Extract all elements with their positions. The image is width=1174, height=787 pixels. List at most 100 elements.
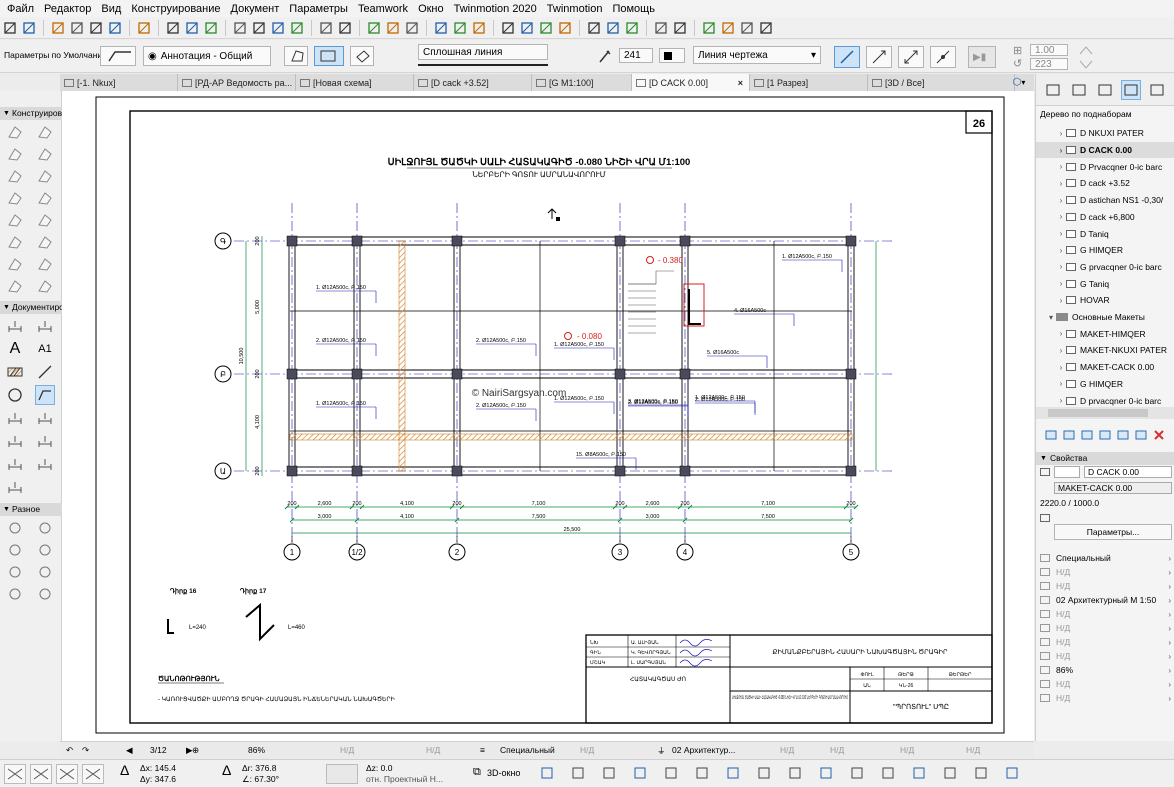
line-type-select[interactable]: Сплошная линия xyxy=(418,44,548,60)
pen-set-icon[interactable] xyxy=(232,20,248,36)
grid-icon[interactable] xyxy=(203,20,219,36)
chevron-right-icon[interactable]: › xyxy=(1056,229,1066,238)
lamp-tool-icon[interactable] xyxy=(36,277,54,295)
shell-tool-icon[interactable] xyxy=(6,211,24,229)
chevron-right-icon[interactable]: › xyxy=(1056,129,1066,138)
navigator-item[interactable]: › HOVAR xyxy=(1036,292,1174,309)
layer-select[interactable]: ◉ Аннотация - Общий xyxy=(143,46,271,66)
cube-icon[interactable] xyxy=(602,766,616,780)
guide-line-icon[interactable] xyxy=(165,20,181,36)
toolbox-section-2[interactable]: ▼ Разное xyxy=(0,503,62,516)
tab-5[interactable]: [D CACK 0.00] × xyxy=(632,74,750,91)
camera-icon[interactable] xyxy=(943,766,957,780)
property-row[interactable]: Н/Д › xyxy=(1036,579,1174,593)
inject-icon[interactable] xyxy=(88,20,104,36)
toolbox-section-1[interactable]: ▼ Документиро xyxy=(0,301,64,314)
navigator-item[interactable]: › G Taniq xyxy=(1036,275,1174,292)
refresh-icon[interactable] xyxy=(1134,428,1148,442)
circle-tool-icon[interactable] xyxy=(6,386,24,404)
drawing-tool-icon[interactable] xyxy=(6,409,24,427)
redo-view-icon[interactable]: ↷ xyxy=(82,745,89,756)
object-icon[interactable] xyxy=(6,519,24,537)
scale-up-icon[interactable] xyxy=(1078,44,1094,56)
arrow-select-icon[interactable] xyxy=(50,20,66,36)
grid-element-icon[interactable] xyxy=(6,478,24,496)
chevron-right-icon[interactable]: › xyxy=(1056,363,1066,372)
chevron-right-icon[interactable]: › xyxy=(1168,638,1171,647)
navigator-item[interactable]: › G HIMQER xyxy=(1036,376,1174,393)
image-icon[interactable] xyxy=(586,20,602,36)
polyline-tool-icon[interactable] xyxy=(35,385,55,405)
3d-icon[interactable] xyxy=(433,20,449,36)
geometry-method-rotated[interactable] xyxy=(350,46,374,66)
scale-icon[interactable]: ⏚ xyxy=(657,745,666,757)
scale-down-icon[interactable] xyxy=(1078,58,1094,70)
layout-canvas[interactable]: 26 ՍԻԼՋՈՒՅԼ ԾԱԾԿԻ ՍԱԼԻ ՀԱՏԱԿԱԳԻԾ -0.080 Ն… xyxy=(62,91,1034,741)
navigator-item[interactable]: › D astichan NS1 -0,30/ xyxy=(1036,192,1174,209)
light-icon[interactable] xyxy=(36,519,54,537)
skylight-icon[interactable] xyxy=(36,541,54,559)
line-tool-icon[interactable] xyxy=(36,363,54,381)
chevron-right-icon[interactable]: › xyxy=(1168,582,1171,591)
zone-tool-icon[interactable] xyxy=(6,277,24,295)
chart-icon[interactable] xyxy=(538,20,554,36)
eyedropper-icon[interactable] xyxy=(69,20,85,36)
chevron-right-icon[interactable]: › xyxy=(1056,212,1066,221)
hotlink-icon[interactable] xyxy=(337,20,353,36)
menu-item-7[interactable]: Окно xyxy=(413,3,449,15)
line-mode-3[interactable] xyxy=(898,46,924,68)
window-tool-icon[interactable] xyxy=(36,145,54,163)
settings-icon[interactable] xyxy=(739,20,755,36)
fill-icon[interactable] xyxy=(270,20,286,36)
chevron-right-icon[interactable]: › xyxy=(1056,262,1066,271)
chevron-right-icon[interactable]: › xyxy=(1168,596,1171,605)
navigator-item[interactable]: › MAKET-HIMQER xyxy=(1036,325,1174,342)
measure-icon[interactable] xyxy=(56,764,78,784)
undo-view-icon[interactable]: ↶ xyxy=(66,745,73,756)
geometry-method-rectangle[interactable] xyxy=(314,46,344,66)
arrowhead-button[interactable]: ▶▮ xyxy=(968,46,996,68)
value-field-2[interactable]: 223 xyxy=(1030,58,1068,70)
cube-icon[interactable] xyxy=(404,20,420,36)
line-mode-2[interactable] xyxy=(866,46,892,68)
eye-icon[interactable] xyxy=(757,766,771,780)
nd-3[interactable]: Н/Д xyxy=(580,745,594,755)
slab-tool-icon[interactable] xyxy=(36,167,54,185)
walk-icon[interactable] xyxy=(664,766,678,780)
property-row[interactable]: 02 Архитектурный М 1:50 › xyxy=(1036,593,1174,607)
menu-item-5[interactable]: Параметры xyxy=(284,3,353,15)
object-tool-icon[interactable] xyxy=(36,255,54,273)
navigator-item[interactable]: › D Taniq xyxy=(1036,225,1174,242)
line-mode-1[interactable] xyxy=(834,46,860,68)
close-icon[interactable]: × xyxy=(738,78,743,88)
layout-book-icon[interactable] xyxy=(1121,80,1141,100)
page-value[interactable]: 3/12 xyxy=(150,745,167,755)
record-icon[interactable] xyxy=(1005,766,1019,780)
clone-icon[interactable] xyxy=(1080,428,1094,442)
twinmotion-icon[interactable] xyxy=(452,20,468,36)
railing-tool-icon[interactable] xyxy=(6,233,24,251)
pen-number-field[interactable]: 241 xyxy=(619,48,653,63)
compass-icon[interactable] xyxy=(385,20,401,36)
fill-preview-button[interactable] xyxy=(100,46,136,66)
menu-item-0[interactable]: Файл xyxy=(2,3,39,15)
nd-6[interactable]: Н/Д xyxy=(900,745,914,755)
elevation-tool-icon[interactable] xyxy=(6,432,24,450)
chevron-right-icon[interactable]: › xyxy=(1168,652,1171,661)
curve-icon[interactable] xyxy=(6,563,24,581)
chevron-right-icon[interactable]: › xyxy=(1056,179,1066,188)
parameters-button[interactable]: Параметры... xyxy=(1054,524,1172,540)
chevron-right-icon[interactable]: › xyxy=(1168,610,1171,619)
find-icon[interactable] xyxy=(107,20,123,36)
chevron-right-icon[interactable]: › xyxy=(1056,146,1066,155)
section-icon[interactable] xyxy=(819,766,833,780)
level-dim-tool-icon[interactable] xyxy=(36,317,54,335)
tab-1[interactable]: [РД-АР Ведомость ра... xyxy=(178,74,296,91)
scale-value[interactable]: 02 Архитектур... xyxy=(672,745,735,755)
navigator-item[interactable]: › D CACK 0.00 xyxy=(1036,141,1174,159)
chevron-right-icon[interactable]: › xyxy=(1168,568,1171,577)
master-select[interactable]: MAKET-CACK 0.00 xyxy=(1054,482,1172,494)
grid-icon[interactable] xyxy=(726,766,740,780)
chevron-right-icon[interactable]: › xyxy=(1168,554,1171,563)
new-folder-icon[interactable] xyxy=(1098,428,1112,442)
